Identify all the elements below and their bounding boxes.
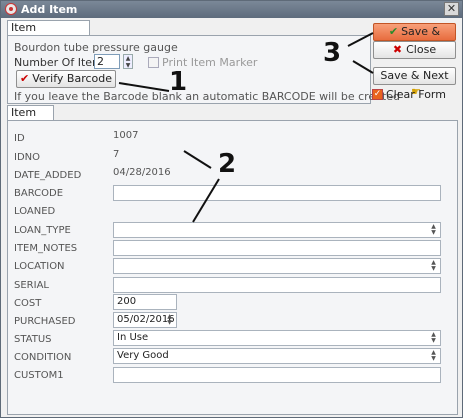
annotation-line-3b	[352, 60, 374, 74]
annotation-line-1	[118, 82, 170, 92]
annotation-number-3: 3	[323, 38, 342, 68]
annotation-number-2: 2	[218, 149, 237, 179]
annotation-line-2a	[183, 150, 212, 169]
annotation-line-3a	[347, 32, 374, 47]
annotation-line-2b	[192, 178, 220, 223]
add-item-window: Add Item ✕ Item Maintenance Bourdon tube…	[0, 0, 463, 418]
annotation-lines	[118, 32, 374, 223]
annotation-number-1: 1	[169, 67, 188, 97]
